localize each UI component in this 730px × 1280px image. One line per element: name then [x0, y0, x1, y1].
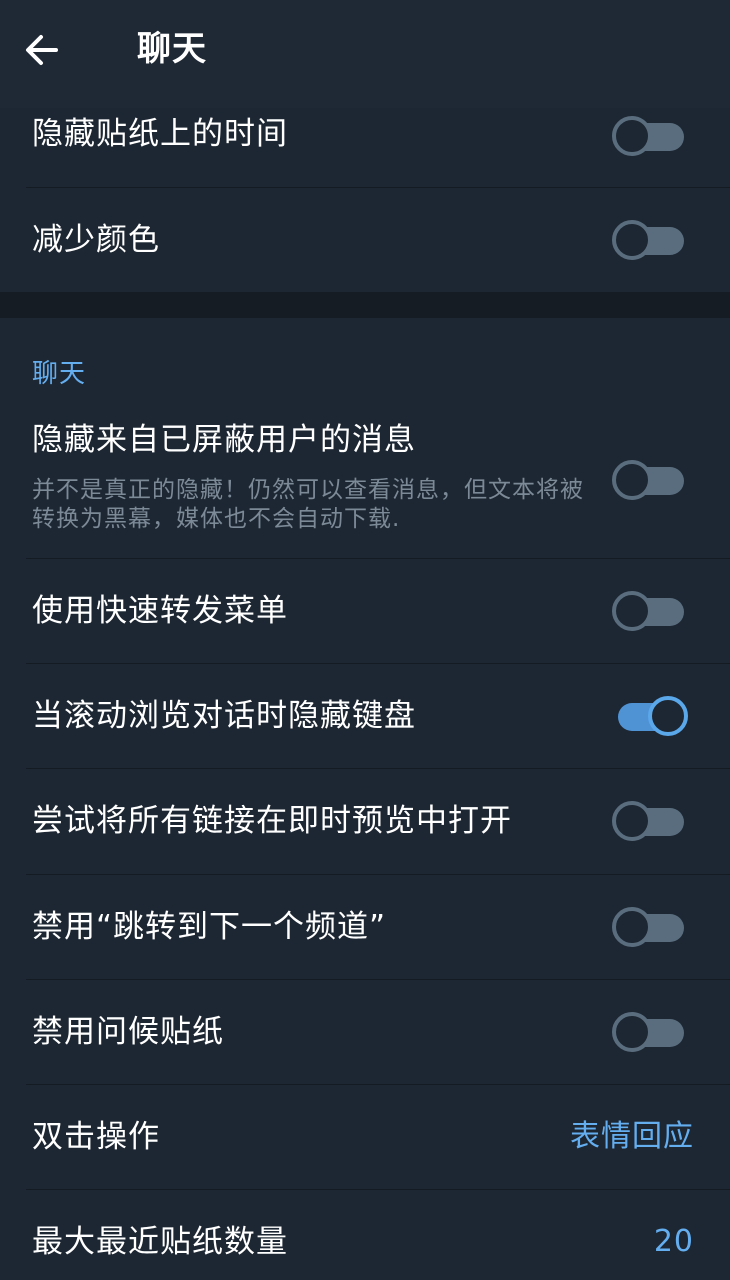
setting-row-disable-greeting-sticker[interactable]: 禁用问候贴纸: [0, 980, 730, 1085]
quick-forward-menu-toggle[interactable]: [612, 589, 692, 633]
hide-blocked-messages-toggle[interactable]: [612, 458, 692, 502]
hide-sticker-time-toggle[interactable]: [612, 114, 692, 158]
setting-row-hide-keyboard-on-scroll[interactable]: 当滚动浏览对话时隐藏键盘: [0, 664, 730, 769]
setting-row-double-tap-action[interactable]: 双击操作 表情回应: [0, 1085, 730, 1190]
setting-label: 使用快速转发菜单: [32, 593, 288, 629]
toggle-knob: [612, 591, 652, 631]
max-recent-stickers-value: 20: [653, 1224, 694, 1259]
setting-row-hide-blocked-messages[interactable]: 隐藏来自已屏蔽用户的消息 并不是真正的隐藏！仍然可以查看消息，但文本将被转换为黑…: [0, 404, 730, 559]
setting-description: 并不是真正的隐藏！仍然可以查看消息，但文本将被转换为黑幕，媒体也不会自动下载.: [32, 477, 584, 532]
setting-label: 尝试将所有链接在即时预览中打开: [32, 803, 512, 839]
hide-keyboard-on-scroll-toggle[interactable]: [612, 694, 692, 738]
setting-row-hide-sticker-time[interactable]: 隐藏贴纸上的时间: [0, 84, 730, 188]
setting-label: 隐藏来自已屏蔽用户的消息: [32, 422, 416, 458]
reduce-colors-toggle[interactable]: [612, 218, 692, 262]
setting-label: 最大最近贴纸数量: [32, 1224, 288, 1260]
settings-screen: 聊天 隐藏贴纸上的时间 减少颜色 聊天 隐藏来自已屏蔽用户的消息 并不是真正的隐…: [0, 0, 730, 1280]
setting-label: 禁用“跳转到下一个频道”: [32, 909, 387, 945]
setting-label: 禁用问候贴纸: [32, 1014, 224, 1050]
toggle-knob: [612, 907, 652, 947]
setting-label: 双击操作: [32, 1119, 160, 1155]
back-button[interactable]: [18, 26, 66, 74]
disable-next-channel-toggle[interactable]: [612, 905, 692, 949]
setting-row-reduce-colors[interactable]: 减少颜色: [0, 188, 730, 292]
setting-row-quick-forward-menu[interactable]: 使用快速转发菜单: [0, 559, 730, 664]
setting-row-disable-next-channel[interactable]: 禁用“跳转到下一个频道”: [0, 875, 730, 980]
section-separator: [0, 292, 730, 318]
toggle-knob: [612, 220, 652, 260]
toggle-knob: [612, 1012, 652, 1052]
setting-label: 减少颜色: [32, 222, 160, 258]
setting-label: 隐藏贴纸上的时间: [32, 116, 288, 152]
arrow-left-icon: [26, 35, 58, 65]
setting-label: 当滚动浏览对话时隐藏键盘: [32, 698, 416, 734]
section-header-chat: 聊天: [32, 359, 87, 389]
instant-view-links-toggle[interactable]: [612, 799, 692, 843]
disable-greeting-sticker-toggle[interactable]: [612, 1010, 692, 1054]
double-tap-action-value: 表情回应: [570, 1119, 694, 1154]
page-title: 聊天: [137, 29, 207, 69]
setting-row-instant-view-links[interactable]: 尝试将所有链接在即时预览中打开: [0, 769, 730, 875]
toggle-knob: [612, 460, 652, 500]
toggle-knob: [648, 696, 688, 736]
toggle-knob: [612, 801, 652, 841]
toggle-knob: [612, 116, 652, 156]
setting-row-max-recent-stickers[interactable]: 最大最近贴纸数量 20: [0, 1190, 730, 1280]
